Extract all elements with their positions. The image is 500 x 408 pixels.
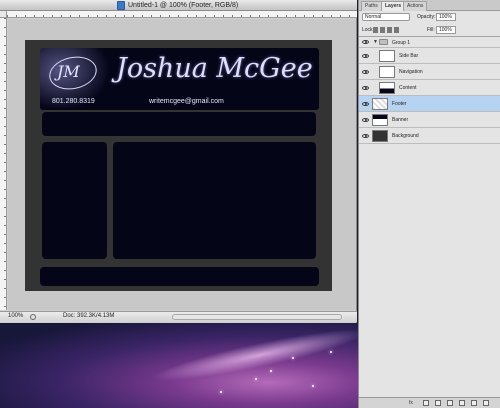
layer-name: Background: [392, 133, 419, 139]
document-titlebar[interactable]: Untitled-1 @ 100% (Footer, RGB/8): [0, 0, 357, 11]
blend-mode-select[interactable]: Normal: [362, 13, 410, 21]
panel-bottom-toolbar: fx: [359, 397, 500, 408]
eye-icon[interactable]: [362, 134, 369, 138]
layer-thumbnail: [372, 98, 388, 110]
layer-name: Navigation: [399, 69, 423, 75]
tab-layers[interactable]: Layers: [381, 1, 406, 11]
layer-thumbnail: [372, 114, 388, 126]
sidebar-box[interactable]: [42, 142, 107, 259]
opacity-label: Opacity:: [417, 14, 436, 20]
document-title: Untitled-1 @ 100% (Footer, RGB/8): [128, 2, 239, 9]
layer-list: ▼ Group 1 Side Bar Navigation Content Fo…: [359, 36, 500, 146]
email-address: writemcgee@gmail.com: [149, 98, 224, 105]
eye-icon[interactable]: [362, 86, 369, 90]
disclosure-triangle-icon[interactable]: ▼: [373, 39, 378, 45]
document-window: Untitled-1 @ 100% (Footer, RGB/8) JM Jos…: [0, 0, 357, 323]
layer-thumbnail: [379, 50, 395, 62]
new-group-icon[interactable]: [459, 400, 465, 406]
status-bar: 100% Doc: 392.3K/4.13M: [0, 311, 357, 322]
layer-row-navigation[interactable]: Navigation: [359, 64, 500, 80]
vertical-ruler[interactable]: [0, 18, 7, 310]
document-icon: [117, 1, 125, 10]
brand-name: Joshua McGee: [116, 53, 313, 84]
layer-thumbnail: [379, 66, 395, 78]
navigation-box[interactable]: [42, 112, 316, 136]
desktop-wallpaper: [0, 323, 358, 408]
layer-name: Content: [399, 85, 417, 91]
wallpaper-star: [270, 370, 272, 372]
layer-row-side-bar[interactable]: Side Bar: [359, 48, 500, 64]
eye-icon[interactable]: [362, 70, 369, 74]
layer-row-banner[interactable]: Banner: [359, 112, 500, 128]
layer-style-icon[interactable]: [423, 400, 429, 406]
tab-paths[interactable]: Paths: [361, 1, 382, 11]
layer-thumbnail: [372, 130, 388, 142]
layers-panel: Paths Layers Actions Normal Opacity: 100…: [358, 0, 500, 408]
tab-actions[interactable]: Actions: [403, 1, 428, 11]
horizontal-ruler[interactable]: [7, 11, 357, 18]
lock-icon[interactable]: [373, 27, 401, 33]
zoom-level[interactable]: 100%: [8, 313, 23, 319]
layer-mask-icon[interactable]: [435, 400, 441, 406]
horizontal-scrollbar[interactable]: [172, 314, 342, 320]
layer-name: Banner: [392, 117, 409, 123]
opacity-field[interactable]: 100%: [436, 13, 456, 21]
eye-icon[interactable]: [362, 118, 369, 122]
wallpaper-star: [220, 391, 222, 393]
adjustment-layer-icon[interactable]: [447, 400, 453, 406]
new-layer-icon[interactable]: [471, 400, 477, 406]
eye-icon[interactable]: [362, 40, 369, 44]
layer-row-footer[interactable]: Footer: [359, 96, 500, 112]
trash-icon[interactable]: [483, 400, 489, 406]
wallpaper-star: [292, 357, 294, 359]
layer-name: Side Bar: [399, 53, 419, 59]
layer-thumbnail: [379, 82, 395, 94]
logo-initials: JM: [57, 62, 80, 81]
content-box[interactable]: [113, 142, 316, 259]
fill-label: Fill:: [427, 27, 435, 33]
wallpaper-star: [255, 378, 257, 380]
layer-row-content[interactable]: Content: [359, 80, 500, 96]
wallpaper-streak: [149, 323, 358, 390]
folder-icon: [379, 39, 388, 45]
link-layers-icon[interactable]: fx: [409, 400, 415, 406]
eye-icon[interactable]: [362, 102, 369, 106]
layer-name: Footer: [392, 101, 407, 107]
layer-row-background[interactable]: Background: [359, 128, 500, 144]
fill-field[interactable]: 100%: [436, 26, 456, 34]
phone-number: 801.280.8319: [52, 98, 95, 105]
ruler-origin[interactable]: [0, 11, 7, 18]
eye-icon[interactable]: [362, 54, 369, 58]
document-info[interactable]: Doc: 392.3K/4.13M: [63, 313, 114, 319]
status-menu-icon[interactable]: [30, 314, 36, 320]
wallpaper-star: [330, 351, 332, 353]
panel-tab-bar: Paths Layers Actions: [359, 0, 500, 11]
layer-name: Group 1: [392, 40, 411, 46]
wallpaper-star: [312, 385, 314, 387]
footer-box[interactable]: [40, 267, 319, 286]
layer-row-group-1[interactable]: ▼ Group 1: [359, 37, 500, 48]
